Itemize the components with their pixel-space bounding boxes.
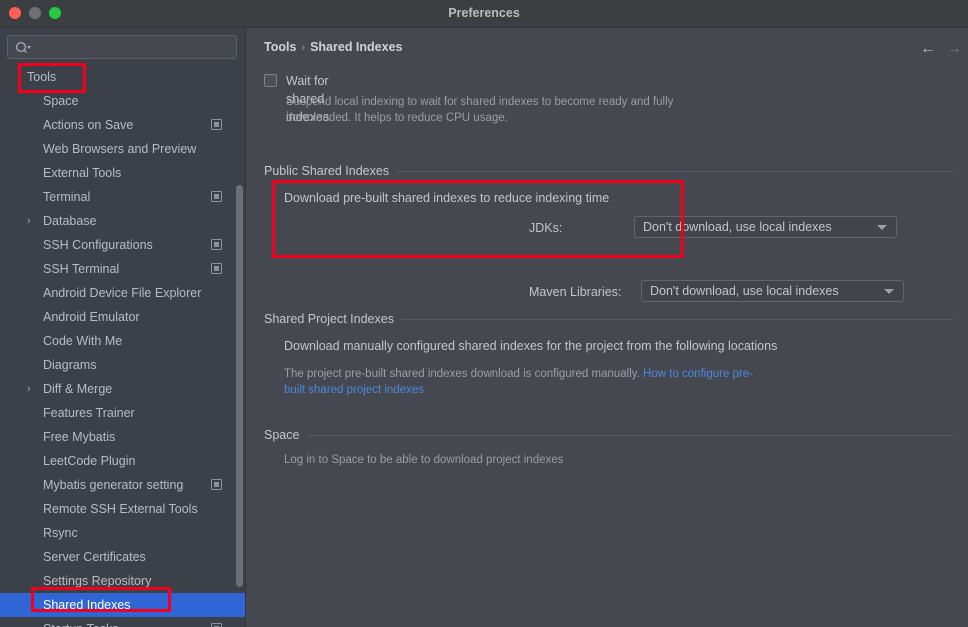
- sidebar-item-label: Mybatis generator setting: [43, 478, 184, 492]
- sidebar-item-label: Tools: [27, 70, 57, 84]
- public-shared-indexes-section-header: Public Shared Indexes: [264, 164, 954, 178]
- manual-note-text: The project pre-built shared indexes dow…: [284, 368, 644, 380]
- sidebar-item-features-trainer[interactable]: Features Trainer: [0, 401, 245, 425]
- settings-tree: Tools Space Actions on Save Web Browsers an…: [0, 65, 245, 627]
- breadcrumb: Tools › Shared Indexes: [264, 40, 402, 54]
- search-input[interactable]: [35, 36, 235, 60]
- breadcrumb-current: Shared Indexes: [310, 40, 403, 54]
- space-description: Log in to Space to be able to download p…: [284, 454, 564, 466]
- sidebar-item-android-emulator[interactable]: Android Emulator: [0, 305, 245, 329]
- sidebar-item-code-with-me[interactable]: Code With Me: [0, 329, 245, 353]
- sidebar-item-server-certificates[interactable]: Server Certificates: [0, 545, 245, 569]
- sidebar-item-settings-repository[interactable]: Settings Repository: [0, 569, 245, 593]
- shared-project-indexes-description: Download manually configured shared inde…: [284, 339, 778, 353]
- chevron-down-icon: [884, 289, 894, 294]
- sidebar-item-actions-on-save[interactable]: Actions on Save: [0, 113, 245, 137]
- maven-libraries-label: Maven Libraries:: [529, 285, 622, 299]
- module-settings-icon: [211, 239, 222, 250]
- sidebar-item-label: Space: [43, 94, 79, 108]
- preferences-window: Preferences Tools Space Actions on Save Web…: [0, 0, 968, 627]
- sidebar-item-startup-tasks[interactable]: Startup Tasks: [0, 617, 245, 627]
- maven-libraries-dropdown-value: Don't download, use local indexes: [650, 284, 839, 298]
- sidebar-scrollbar[interactable]: [236, 185, 243, 587]
- sidebar-item-terminal[interactable]: Terminal: [0, 185, 245, 209]
- sidebar-item-label: Remote SSH External Tools: [43, 502, 198, 516]
- sidebar-item-label: Code With Me: [43, 334, 123, 348]
- sidebar-item-web-browsers-and-preview[interactable]: Web Browsers and Preview: [0, 137, 245, 161]
- sidebar-item-label: Web Browsers and Preview: [43, 142, 197, 156]
- sidebar-item-label: Settings Repository: [43, 574, 152, 588]
- sidebar-item-shared-indexes[interactable]: Shared Indexes: [0, 593, 245, 617]
- sidebar-item-label: Free Mybatis: [43, 430, 116, 444]
- sidebar-item-leetcode-plugin[interactable]: LeetCode Plugin: [0, 449, 245, 473]
- sidebar-item-external-tools[interactable]: External Tools: [0, 161, 245, 185]
- sidebar-item-android-device-file-explorer[interactable]: Android Device File Explorer: [0, 281, 245, 305]
- sidebar-item-ssh-terminal[interactable]: SSH Terminal: [0, 257, 245, 281]
- sidebar-item-label: SSH Configurations: [43, 238, 153, 252]
- title-bar: Preferences: [0, 0, 968, 28]
- sidebar-item-database[interactable]: › Database: [0, 209, 245, 233]
- space-section-header: Space: [264, 428, 954, 442]
- section-title: Space: [264, 428, 300, 442]
- sidebar-item-label: Rsync: [43, 526, 78, 540]
- sidebar-item-mybatis-generator-setting[interactable]: Mybatis generator setting: [0, 473, 245, 497]
- section-divider: [401, 318, 954, 320]
- sidebar-item-free-mybatis[interactable]: Free Mybatis: [0, 425, 245, 449]
- module-settings-icon: [211, 479, 222, 490]
- wait-for-shared-indexes-checkbox[interactable]: [264, 74, 277, 87]
- maven-libraries-dropdown[interactable]: Don't download, use local indexes: [641, 280, 904, 302]
- wait-for-shared-indexes-description: Suspend local indexing to wait for share…: [286, 96, 674, 124]
- sidebar-item-label: Diagrams: [43, 358, 97, 372]
- jdks-dropdown[interactable]: Don't download, use local indexes: [634, 216, 897, 238]
- settings-sidebar: Tools Space Actions on Save Web Browsers an…: [0, 28, 246, 627]
- settings-content-panel: Tools › Shared Indexes ← → Wait for shared…: [246, 28, 968, 627]
- sidebar-item-label: Diff & Merge: [43, 382, 113, 396]
- back-arrow-icon[interactable]: ←: [918, 40, 938, 58]
- sidebar-item-label: Android Emulator: [43, 310, 140, 324]
- search-icon: [15, 41, 31, 54]
- sidebar-item-label: SSH Terminal: [43, 262, 120, 276]
- section-title: Shared Project Indexes: [264, 312, 394, 326]
- window-title: Preferences: [448, 6, 520, 20]
- module-settings-icon: [211, 623, 222, 627]
- sidebar-item-label: External Tools: [43, 166, 122, 180]
- jdks-label: JDKs:: [529, 221, 563, 235]
- module-settings-icon: [211, 263, 222, 274]
- sidebar-item-label: Database: [43, 214, 97, 228]
- sidebar-item-label: LeetCode Plugin: [43, 454, 136, 468]
- chevron-right-icon[interactable]: ›: [27, 209, 37, 233]
- forward-arrow-icon[interactable]: →: [944, 40, 964, 58]
- sidebar-item-label: Startup Tasks: [43, 617, 119, 627]
- chevron-right-icon[interactable]: ›: [27, 377, 37, 401]
- section-title: Public Shared Indexes: [264, 164, 390, 178]
- module-settings-icon: [211, 119, 222, 130]
- sidebar-item-label: Android Device File Explorer: [43, 286, 202, 300]
- sidebar-item-label: Actions on Save: [43, 118, 134, 132]
- search-field[interactable]: [7, 35, 237, 60]
- breadcrumb-parent[interactable]: Tools: [264, 40, 296, 54]
- sidebar-item-label: Terminal: [43, 190, 91, 204]
- sidebar-item-rsync[interactable]: Rsync: [0, 521, 245, 545]
- sidebar-item-remote-ssh-external-tools[interactable]: Remote SSH External Tools: [0, 497, 245, 521]
- public-shared-indexes-description: Download pre-built shared indexes to red…: [284, 191, 610, 205]
- chevron-down-icon: [877, 225, 887, 230]
- section-divider: [397, 170, 954, 172]
- breadcrumb-separator: ›: [301, 42, 306, 54]
- sidebar-item-ssh-configurations[interactable]: SSH Configurations: [0, 233, 245, 257]
- sidebar-item-diagrams[interactable]: Diagrams: [0, 353, 245, 377]
- sidebar-item-tools[interactable]: Tools: [0, 65, 245, 89]
- module-settings-icon: [211, 191, 222, 202]
- sidebar-item-label: Features Trainer: [43, 406, 135, 420]
- sidebar-item-diff-merge[interactable]: › Diff & Merge: [0, 377, 245, 401]
- section-divider: [307, 434, 954, 436]
- sidebar-item-space[interactable]: Space: [0, 89, 245, 113]
- jdks-dropdown-value: Don't download, use local indexes: [643, 220, 832, 234]
- shared-project-indexes-section-header: Shared Project Indexes: [264, 312, 954, 326]
- sidebar-item-label: Server Certificates: [43, 550, 146, 564]
- manual-configuration-note: The project pre-built shared indexes dow…: [284, 366, 754, 398]
- sidebar-item-label: Shared Indexes: [43, 598, 131, 612]
